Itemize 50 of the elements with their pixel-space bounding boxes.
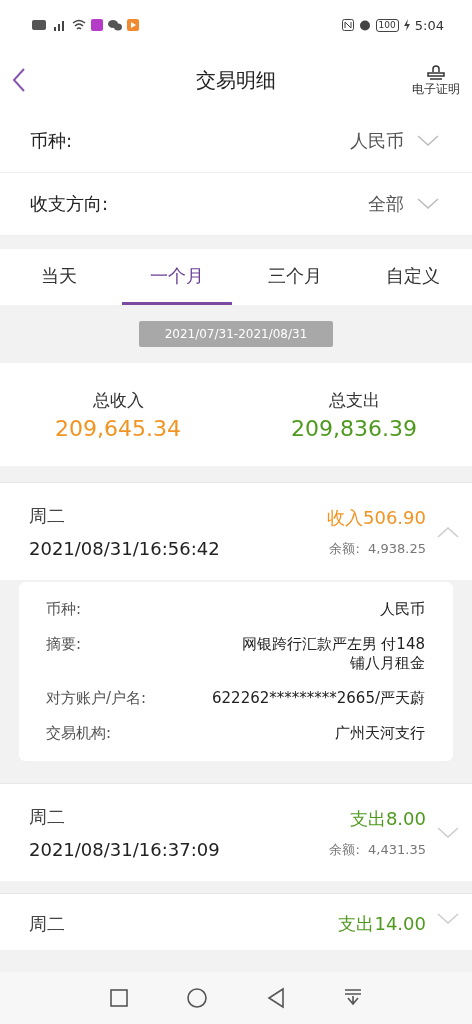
wifi-icon <box>72 19 86 31</box>
nfc-icon <box>341 19 354 31</box>
transaction-time: 2021/08/31/16:56:42 <box>29 538 220 559</box>
transaction-row[interactable]: 周二 支出14.00 <box>0 894 472 950</box>
period-tab[interactable]: 一个月 <box>122 249 232 305</box>
total-label: 总支出 <box>328 388 380 412</box>
detail-label: 币种: <box>46 600 82 619</box>
detail-label: 摘要: <box>46 635 82 654</box>
home-icon[interactable] <box>186 987 209 1009</box>
page-title: 交易明细 <box>195 66 277 94</box>
stamp-icon <box>425 62 447 81</box>
detail-label: 对方账户/户名: <box>46 689 147 708</box>
signal-icon <box>51 19 67 31</box>
transaction-time: 2021/08/31/16:37:09 <box>29 839 220 860</box>
certificate-button[interactable]: 电子证明 <box>412 62 460 98</box>
play-icon <box>127 19 139 31</box>
transaction-row[interactable]: 周二 2021/08/31/16:37:09 支出8.00 余额: 4,431.35 <box>0 784 472 881</box>
total-amount: 209,645.34 <box>55 415 181 441</box>
transaction-row[interactable]: 周二 2021/08/31/16:56:42 收入506.90 余额: 4,938.25 <box>0 483 472 580</box>
chevron-down-icon <box>416 197 440 211</box>
detail-value: 622262*********2665/严天蔚 <box>212 689 425 708</box>
filter-row[interactable]: 币种: 人民币 <box>0 110 472 173</box>
detail-value: 网银跨行汇款严左男 付148铺八月租金 <box>240 635 425 673</box>
balance: 余额: 4,431.35 <box>329 840 426 859</box>
total-label: 总收入 <box>92 388 144 412</box>
transaction-amount: 支出14.00 <box>338 912 426 936</box>
back-nav-icon[interactable] <box>265 987 286 1009</box>
detail-label: 交易机构: <box>46 724 112 743</box>
detail-value: 人民币 <box>380 600 425 619</box>
weekday: 周二 <box>29 504 66 528</box>
period-tab[interactable]: 三个月 <box>240 249 350 305</box>
balance: 余额: 4,938.25 <box>329 539 426 558</box>
app-icon <box>91 19 103 31</box>
period-tab[interactable]: 自定义 <box>358 249 468 305</box>
charging-icon <box>403 19 410 31</box>
back-icon[interactable] <box>12 67 26 93</box>
recent-apps-icon[interactable] <box>108 988 129 1008</box>
period-tab[interactable]: 当天 <box>4 249 114 305</box>
battery-level: 100 <box>375 18 399 32</box>
clock: 5:04 <box>414 17 444 33</box>
transaction-amount: 支出8.00 <box>349 806 426 831</box>
total-amount: 209,836.39 <box>291 415 417 441</box>
chevron-down-icon <box>416 134 440 148</box>
transaction-amount: 收入506.90 <box>327 505 426 530</box>
detail-value: 广州天河支行 <box>335 724 425 743</box>
weekday: 周二 <box>29 805 66 829</box>
filter-row[interactable]: 收支方向: 全部 <box>0 173 472 236</box>
weekday: 周二 <box>29 912 65 936</box>
date-range: 2021/07/31-2021/08/31 <box>138 321 334 347</box>
chat-icon <box>108 19 122 31</box>
